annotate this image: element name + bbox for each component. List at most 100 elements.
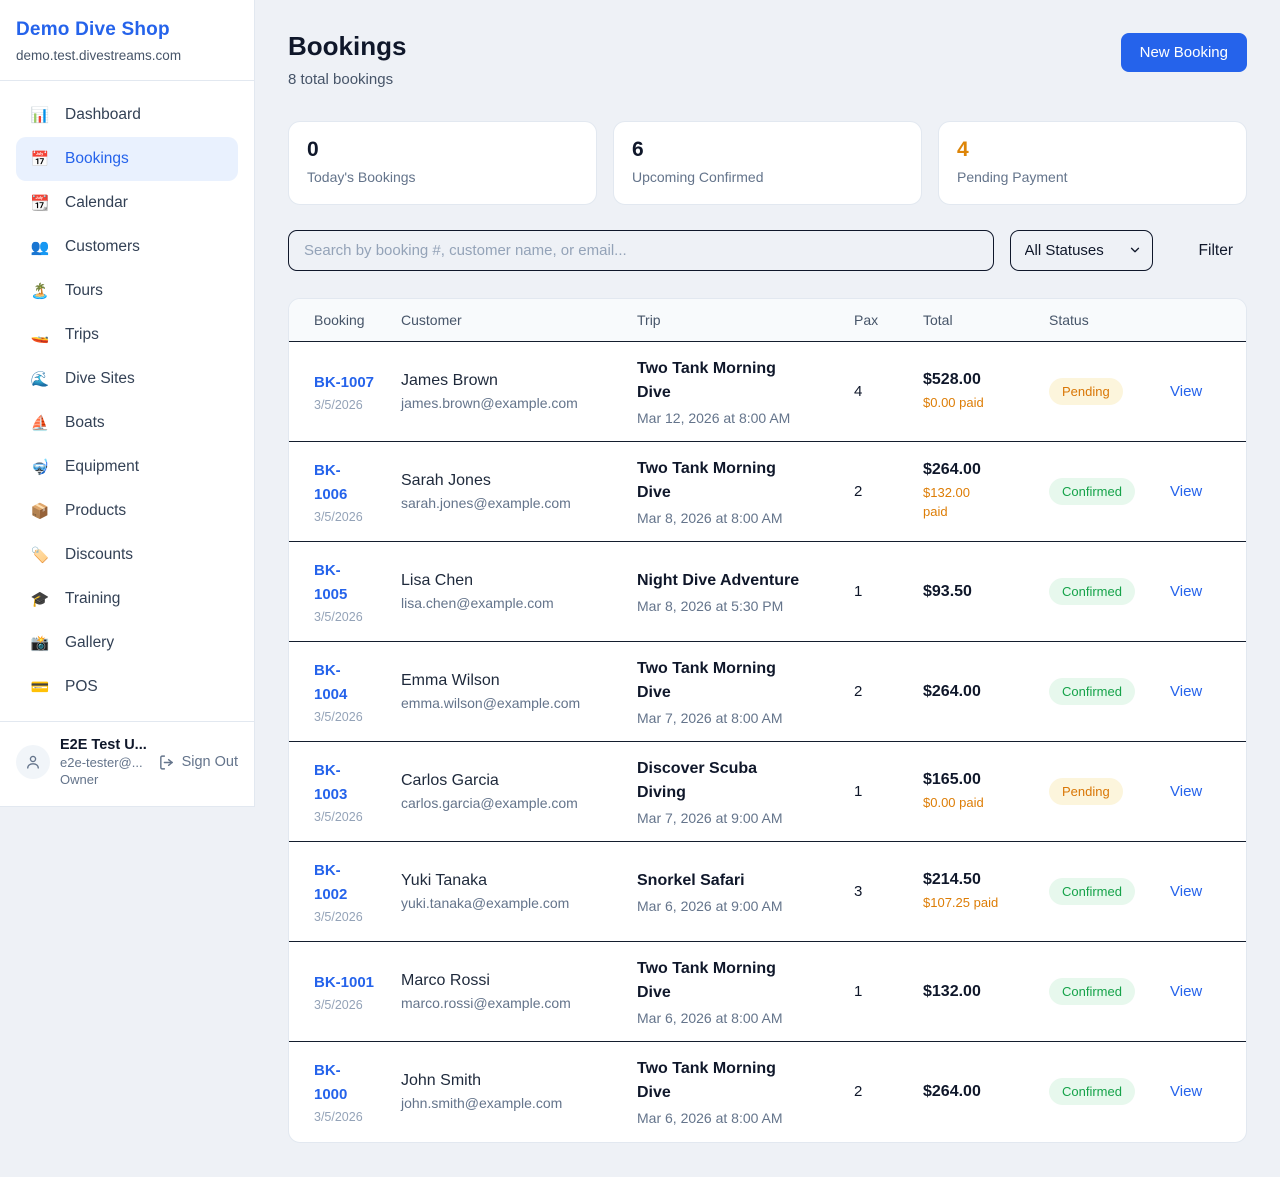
total-amount: $214.50 <box>923 871 1041 889</box>
status-badge: Confirmed <box>1049 578 1135 605</box>
trip-datetime: Mar 8, 2026 at 8:00 AM <box>637 510 846 526</box>
bookings-table-card: Booking Customer Trip Pax Total Status B… <box>288 298 1247 1143</box>
total-amount: $528.00 <box>923 371 1041 389</box>
trip-name: Night Dive Adventure <box>637 569 846 593</box>
trip-name: Two Tank Morning Dive <box>637 657 846 705</box>
stat-value: 6 <box>632 138 903 162</box>
stat-cards: 0 Today's Bookings 6 Upcoming Confirmed … <box>288 121 1247 205</box>
sidebar-item-bookings[interactable]: 📅 Bookings <box>16 137 238 181</box>
calendar-icon: 📆 <box>30 194 50 212</box>
table-row: BK-1001 3/5/2026 Marco Rossi marco.rossi… <box>289 942 1246 1042</box>
view-link[interactable]: View <box>1170 483 1202 500</box>
stat-card-upcoming-confirmed: 6 Upcoming Confirmed <box>613 121 922 205</box>
sidebar-panel: Demo Dive Shop demo.test.divestreams.com… <box>0 0 255 807</box>
trip-datetime: Mar 7, 2026 at 9:00 AM <box>637 810 846 826</box>
sign-out-button[interactable]: Sign Out <box>158 754 238 771</box>
customer-name: Yuki Tanaka <box>401 872 629 890</box>
calendar-bookings-icon: 📅 <box>30 150 50 168</box>
trip-name: Two Tank Morning Dive <box>637 1057 846 1105</box>
sidebar-item-dashboard[interactable]: 📊 Dashboard <box>16 93 238 137</box>
filter-controls: All Statuses Filter <box>288 230 1247 271</box>
sidebar-item-gallery[interactable]: 📸 Gallery <box>16 621 238 665</box>
total-amount: $93.50 <box>923 583 1041 601</box>
trip-datetime: Mar 6, 2026 at 8:00 AM <box>637 1110 846 1126</box>
sidebar-item-customers[interactable]: 👥 Customers <box>16 225 238 269</box>
sidebar-item-label: Products <box>65 502 126 520</box>
trip-datetime: Mar 6, 2026 at 8:00 AM <box>637 1010 846 1026</box>
status-badge: Pending <box>1049 778 1123 805</box>
pax-count: 2 <box>854 1042 923 1142</box>
filter-button[interactable]: Filter <box>1185 242 1247 260</box>
customer-name: Lisa Chen <box>401 572 629 590</box>
total-amount: $264.00 <box>923 461 1041 479</box>
total-amount: $132.00 <box>923 983 1041 1001</box>
column-header-status: Status <box>1049 299 1170 342</box>
sidebar-item-label: Customers <box>65 238 140 256</box>
dive-mask-icon: 🤿 <box>30 458 50 476</box>
new-booking-button[interactable]: New Booking <box>1121 33 1247 72</box>
stat-value: 0 <box>307 138 578 162</box>
pax-count: 3 <box>854 842 923 942</box>
user-info: E2E Test U... e2e-tester@... Owner <box>60 737 148 787</box>
view-link[interactable]: View <box>1170 783 1202 800</box>
view-link[interactable]: View <box>1170 683 1202 700</box>
stat-label: Today's Bookings <box>307 169 578 185</box>
trip-name: Two Tank Morning Dive <box>637 457 846 505</box>
trip-datetime: Mar 7, 2026 at 8:00 AM <box>637 710 846 726</box>
sidebar-item-discounts[interactable]: 🏷️ Discounts <box>16 533 238 577</box>
view-link[interactable]: View <box>1170 1083 1202 1100</box>
sidebar-item-label: Dive Sites <box>65 370 135 388</box>
status-filter-wrap: All Statuses <box>1010 230 1153 271</box>
stat-card-pending-payment: 4 Pending Payment <box>938 121 1247 205</box>
booking-id-link[interactable]: BK-1001 <box>314 971 374 995</box>
sidebar-item-boats[interactable]: ⛵ Boats <box>16 401 238 445</box>
booking-id-link[interactable]: BK- 1002 <box>314 859 347 907</box>
trip-name: Two Tank Morning Dive <box>637 957 846 1005</box>
customer-name: Marco Rossi <box>401 972 629 990</box>
sidebar-item-trips[interactable]: 🚤 Trips <box>16 313 238 357</box>
page-subtitle: 8 total bookings <box>288 71 406 88</box>
view-link[interactable]: View <box>1170 883 1202 900</box>
booking-id-link[interactable]: BK-1007 <box>314 371 374 395</box>
package-icon: 📦 <box>30 502 50 520</box>
view-link[interactable]: View <box>1170 983 1202 1000</box>
sidebar-item-equipment[interactable]: 🤿 Equipment <box>16 445 238 489</box>
sidebar-item-label: Trips <box>65 326 99 344</box>
total-amount: $264.00 <box>923 683 1041 701</box>
view-link[interactable]: View <box>1170 583 1202 600</box>
column-header-actions <box>1170 299 1246 342</box>
sidebar-item-dive-sites[interactable]: 🌊 Dive Sites <box>16 357 238 401</box>
stat-label: Pending Payment <box>957 169 1228 185</box>
pax-count: 1 <box>854 942 923 1042</box>
booking-id-link[interactable]: BK- 1000 <box>314 1059 347 1107</box>
booking-date: 3/5/2026 <box>314 398 393 412</box>
sidebar-item-label: Discounts <box>65 546 133 564</box>
view-link[interactable]: View <box>1170 383 1202 400</box>
booking-id-link[interactable]: BK- 1004 <box>314 659 347 707</box>
column-header-pax: Pax <box>854 299 923 342</box>
customer-email: john.smith@example.com <box>401 1095 629 1111</box>
booking-date: 3/5/2026 <box>314 510 393 524</box>
search-input[interactable] <box>288 230 994 271</box>
sidebar-item-products[interactable]: 📦 Products <box>16 489 238 533</box>
table-row: BK- 1000 3/5/2026 John Smith john.smith@… <box>289 1042 1246 1142</box>
total-amount: $165.00 <box>923 771 1041 789</box>
table-row: BK- 1006 3/5/2026 Sarah Jones sarah.jone… <box>289 442 1246 542</box>
sidebar-item-calendar[interactable]: 📆 Calendar <box>16 181 238 225</box>
sidebar-item-pos[interactable]: 💳 POS <box>16 665 238 709</box>
table-row: BK- 1003 3/5/2026 Carlos Garcia carlos.g… <box>289 742 1246 842</box>
table-header-row: Booking Customer Trip Pax Total Status <box>289 299 1246 342</box>
sidebar-item-tours[interactable]: 🏝️ Tours <box>16 269 238 313</box>
bookings-table: Booking Customer Trip Pax Total Status B… <box>289 299 1246 1142</box>
sidebar-item-label: Boats <box>65 414 105 432</box>
status-filter-select[interactable]: All Statuses <box>1010 230 1153 271</box>
customer-email: carlos.garcia@example.com <box>401 795 629 811</box>
brand-name: Demo Dive Shop <box>16 19 238 41</box>
sidebar-item-label: Calendar <box>65 194 128 212</box>
booking-id-link[interactable]: BK- 1005 <box>314 559 347 607</box>
user-name: E2E Test U... <box>60 737 148 753</box>
sidebar-item-training[interactable]: 🎓 Training <box>16 577 238 621</box>
booking-id-link[interactable]: BK- 1003 <box>314 759 347 807</box>
booking-id-link[interactable]: BK- 1006 <box>314 459 347 507</box>
total-amount: $264.00 <box>923 1083 1041 1101</box>
